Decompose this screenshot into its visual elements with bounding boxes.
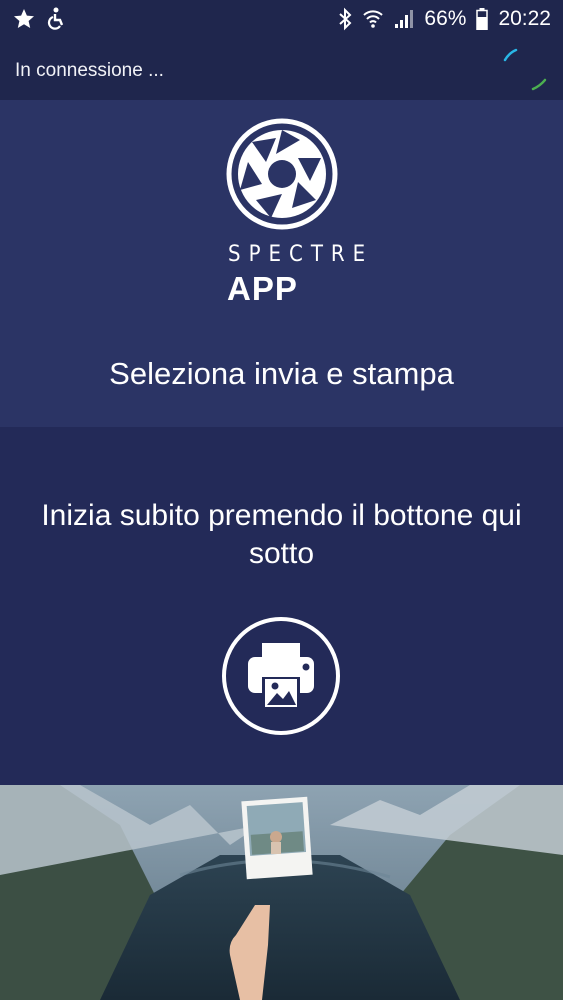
battery-percent: 66%: [424, 7, 467, 30]
clock: 20:22: [498, 7, 551, 30]
battery-icon: [476, 8, 489, 30]
wifi-icon: [363, 10, 384, 28]
status-right-icons: 66% 20:22: [338, 7, 551, 31]
hero-section: SPECTRE APP Seleziona invia e stampa: [0, 100, 563, 427]
connection-status: In connessione ...: [15, 60, 164, 81]
logo-wordmark: SPECTRE: [228, 242, 374, 267]
instruction-text: Inizia subito premendo il bottone qui so…: [41, 499, 522, 570]
bluetooth-icon: [339, 7, 352, 31]
status-bar: 66% 20:22: [0, 0, 563, 38]
hero-photo: [0, 785, 563, 1000]
main-content: Inizia subito premendo il bottone qui so…: [0, 427, 563, 785]
print-button[interactable]: [222, 617, 340, 735]
status-left-icons: [12, 7, 66, 31]
hero-subtitle: Seleziona invia e stampa: [109, 356, 454, 391]
aperture-logo-icon: [226, 118, 338, 230]
star-icon: [14, 9, 34, 28]
printer-icon: [248, 643, 314, 709]
loading-spinner-icon: [503, 48, 547, 91]
signal-icon: [395, 10, 414, 28]
accessibility-icon: [47, 7, 64, 30]
logo-app-label: APP: [227, 270, 298, 307]
lake-landscape-image: [0, 785, 563, 1000]
connection-bar: In connessione ...: [0, 38, 563, 100]
